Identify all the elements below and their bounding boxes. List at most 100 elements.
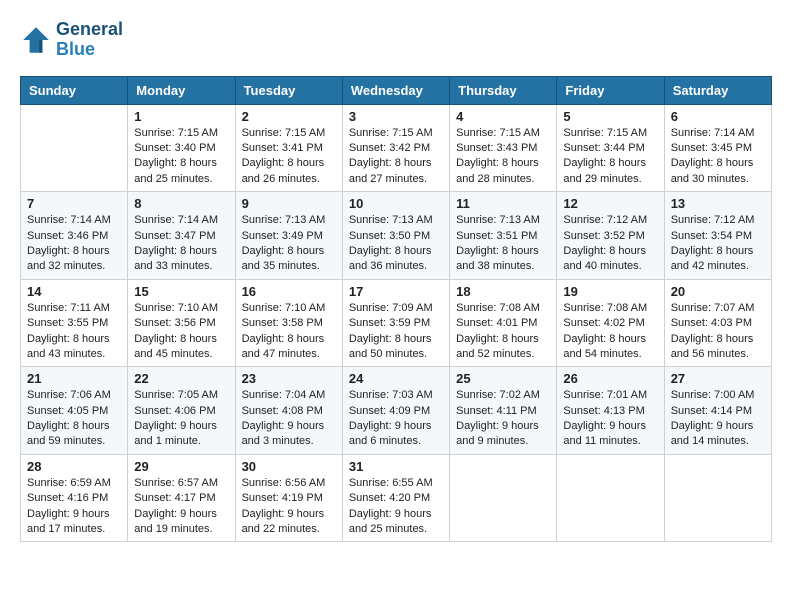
day-info: Sunrise: 7:14 AMSunset: 3:46 PMDaylight:… bbox=[27, 213, 121, 275]
day-number: 28 bbox=[27, 459, 121, 474]
day-number: 17 bbox=[349, 284, 443, 299]
day-info: Sunrise: 7:04 AMSunset: 4:08 PMDaylight:… bbox=[242, 388, 336, 450]
day-number: 7 bbox=[27, 196, 121, 211]
day-info: Sunrise: 7:05 AMSunset: 4:06 PMDaylight:… bbox=[134, 388, 228, 450]
calendar-cell: 17 Sunrise: 7:09 AMSunset: 3:59 PMDayligh… bbox=[342, 279, 449, 367]
day-info: Sunrise: 7:12 AMSunset: 3:54 PMDaylight:… bbox=[671, 213, 765, 275]
calendar-cell: 7 Sunrise: 7:14 AMSunset: 3:46 PMDaylight… bbox=[21, 192, 128, 280]
day-info: Sunrise: 7:14 AMSunset: 3:45 PMDaylight:… bbox=[671, 126, 765, 188]
day-number: 8 bbox=[134, 196, 228, 211]
calendar-cell bbox=[21, 104, 128, 192]
day-info: Sunrise: 7:08 AMSunset: 4:02 PMDaylight:… bbox=[563, 301, 657, 363]
calendar-cell: 13 Sunrise: 7:12 AMSunset: 3:54 PMDayligh… bbox=[664, 192, 771, 280]
calendar-week-row: 28 Sunrise: 6:59 AMSunset: 4:16 PMDayligh… bbox=[21, 454, 772, 542]
day-info: Sunrise: 7:13 AMSunset: 3:51 PMDaylight:… bbox=[456, 213, 550, 275]
day-number: 4 bbox=[456, 109, 550, 124]
calendar-cell: 24Sunrise: 7:03 AMSunset: 4:09 PMDayligh… bbox=[342, 367, 449, 455]
calendar-header-row: SundayMondayTuesdayWednesdayThursdayFrid… bbox=[21, 76, 772, 104]
day-info: Sunrise: 7:00 AMSunset: 4:14 PMDaylight:… bbox=[671, 388, 765, 450]
day-info: Sunrise: 6:57 AMSunset: 4:17 PMDaylight:… bbox=[134, 476, 228, 538]
day-number: 23 bbox=[242, 371, 336, 386]
weekday-header: Saturday bbox=[664, 76, 771, 104]
day-number: 22 bbox=[134, 371, 228, 386]
day-number: 18 bbox=[456, 284, 550, 299]
calendar-cell: 8 Sunrise: 7:14 AMSunset: 3:47 PMDaylight… bbox=[128, 192, 235, 280]
day-info: Sunrise: 7:01 AMSunset: 4:13 PMDaylight:… bbox=[563, 388, 657, 450]
day-number: 15 bbox=[134, 284, 228, 299]
day-number: 1 bbox=[134, 109, 228, 124]
weekday-header: Thursday bbox=[450, 76, 557, 104]
calendar-cell: 9 Sunrise: 7:13 AMSunset: 3:49 PMDaylight… bbox=[235, 192, 342, 280]
day-number: 13 bbox=[671, 196, 765, 211]
calendar-week-row: 1 Sunrise: 7:15 AMSunset: 3:40 PMDaylight… bbox=[21, 104, 772, 192]
calendar-cell: 11 Sunrise: 7:13 AMSunset: 3:51 PMDayligh… bbox=[450, 192, 557, 280]
day-info: Sunrise: 7:14 AMSunset: 3:47 PMDaylight:… bbox=[134, 213, 228, 275]
day-info: Sunrise: 7:02 AMSunset: 4:11 PMDaylight:… bbox=[456, 388, 550, 450]
calendar-table: SundayMondayTuesdayWednesdayThursdayFrid… bbox=[20, 76, 772, 543]
day-number: 29 bbox=[134, 459, 228, 474]
weekday-header: Sunday bbox=[21, 76, 128, 104]
day-number: 11 bbox=[456, 196, 550, 211]
day-number: 24 bbox=[349, 371, 443, 386]
calendar-cell: 22 Sunrise: 7:05 AMSunset: 4:06 PMDayligh… bbox=[128, 367, 235, 455]
calendar-cell: 25 Sunrise: 7:02 AMSunset: 4:11 PMDayligh… bbox=[450, 367, 557, 455]
day-number: 25 bbox=[456, 371, 550, 386]
calendar-cell: 12Sunrise: 7:12 AMSunset: 3:52 PMDayligh… bbox=[557, 192, 664, 280]
day-info: Sunrise: 7:11 AMSunset: 3:55 PMDaylight:… bbox=[27, 301, 121, 363]
day-info: Sunrise: 7:13 AMSunset: 3:49 PMDaylight:… bbox=[242, 213, 336, 275]
day-info: Sunrise: 7:15 AMSunset: 3:40 PMDaylight:… bbox=[134, 126, 228, 188]
calendar-week-row: 7 Sunrise: 7:14 AMSunset: 3:46 PMDaylight… bbox=[21, 192, 772, 280]
day-info: Sunrise: 7:15 AMSunset: 3:44 PMDaylight:… bbox=[563, 126, 657, 188]
day-number: 5 bbox=[563, 109, 657, 124]
logo-text: General Blue bbox=[56, 20, 123, 60]
calendar-cell: 18 Sunrise: 7:08 AMSunset: 4:01 PMDayligh… bbox=[450, 279, 557, 367]
day-number: 16 bbox=[242, 284, 336, 299]
calendar-cell: 27 Sunrise: 7:00 AMSunset: 4:14 PMDayligh… bbox=[664, 367, 771, 455]
day-number: 19 bbox=[563, 284, 657, 299]
day-number: 6 bbox=[671, 109, 765, 124]
calendar-cell: 10 Sunrise: 7:13 AMSunset: 3:50 PMDayligh… bbox=[342, 192, 449, 280]
day-number: 10 bbox=[349, 196, 443, 211]
day-info: Sunrise: 6:59 AMSunset: 4:16 PMDaylight:… bbox=[27, 476, 121, 538]
day-info: Sunrise: 7:10 AMSunset: 3:56 PMDaylight:… bbox=[134, 301, 228, 363]
calendar-cell: 2 Sunrise: 7:15 AMSunset: 3:41 PMDaylight… bbox=[235, 104, 342, 192]
calendar-cell: 21Sunrise: 7:06 AMSunset: 4:05 PMDayligh… bbox=[21, 367, 128, 455]
day-number: 2 bbox=[242, 109, 336, 124]
calendar-cell: 3Sunrise: 7:15 AMSunset: 3:42 PMDaylight… bbox=[342, 104, 449, 192]
weekday-header: Wednesday bbox=[342, 76, 449, 104]
calendar-cell: 30 Sunrise: 6:56 AMSunset: 4:19 PMDayligh… bbox=[235, 454, 342, 542]
day-info: Sunrise: 6:55 AMSunset: 4:20 PMDaylight:… bbox=[349, 476, 443, 538]
day-info: Sunrise: 7:09 AMSunset: 3:59 PMDaylight:… bbox=[349, 301, 443, 363]
day-info: Sunrise: 7:08 AMSunset: 4:01 PMDaylight:… bbox=[456, 301, 550, 363]
day-number: 9 bbox=[242, 196, 336, 211]
day-info: Sunrise: 7:07 AMSunset: 4:03 PMDaylight:… bbox=[671, 301, 765, 363]
day-number: 30 bbox=[242, 459, 336, 474]
calendar-cell: 28 Sunrise: 6:59 AMSunset: 4:16 PMDayligh… bbox=[21, 454, 128, 542]
calendar-cell: 19 Sunrise: 7:08 AMSunset: 4:02 PMDayligh… bbox=[557, 279, 664, 367]
calendar-cell bbox=[664, 454, 771, 542]
calendar-cell bbox=[557, 454, 664, 542]
day-info: Sunrise: 6:56 AMSunset: 4:19 PMDaylight:… bbox=[242, 476, 336, 538]
day-number: 21 bbox=[27, 371, 121, 386]
calendar-cell: 15 Sunrise: 7:10 AMSunset: 3:56 PMDayligh… bbox=[128, 279, 235, 367]
day-number: 12 bbox=[563, 196, 657, 211]
day-info: Sunrise: 7:15 AMSunset: 3:43 PMDaylight:… bbox=[456, 126, 550, 188]
weekday-header: Monday bbox=[128, 76, 235, 104]
calendar-cell bbox=[450, 454, 557, 542]
day-info: Sunrise: 7:13 AMSunset: 3:50 PMDaylight:… bbox=[349, 213, 443, 275]
calendar-cell: 23 Sunrise: 7:04 AMSunset: 4:08 PMDayligh… bbox=[235, 367, 342, 455]
calendar-week-row: 14 Sunrise: 7:11 AMSunset: 3:55 PMDayligh… bbox=[21, 279, 772, 367]
logo-icon bbox=[20, 24, 52, 56]
calendar-cell: 26Sunrise: 7:01 AMSunset: 4:13 PMDayligh… bbox=[557, 367, 664, 455]
calendar-week-row: 21Sunrise: 7:06 AMSunset: 4:05 PMDayligh… bbox=[21, 367, 772, 455]
calendar-cell: 14 Sunrise: 7:11 AMSunset: 3:55 PMDayligh… bbox=[21, 279, 128, 367]
calendar-cell: 1 Sunrise: 7:15 AMSunset: 3:40 PMDaylight… bbox=[128, 104, 235, 192]
day-info: Sunrise: 7:15 AMSunset: 3:41 PMDaylight:… bbox=[242, 126, 336, 188]
calendar-cell: 4 Sunrise: 7:15 AMSunset: 3:43 PMDaylight… bbox=[450, 104, 557, 192]
logo: General Blue bbox=[20, 20, 123, 60]
day-number: 31 bbox=[349, 459, 443, 474]
calendar-cell: 29 Sunrise: 6:57 AMSunset: 4:17 PMDayligh… bbox=[128, 454, 235, 542]
day-info: Sunrise: 7:15 AMSunset: 3:42 PMDaylight:… bbox=[349, 126, 443, 188]
day-number: 27 bbox=[671, 371, 765, 386]
day-number: 14 bbox=[27, 284, 121, 299]
